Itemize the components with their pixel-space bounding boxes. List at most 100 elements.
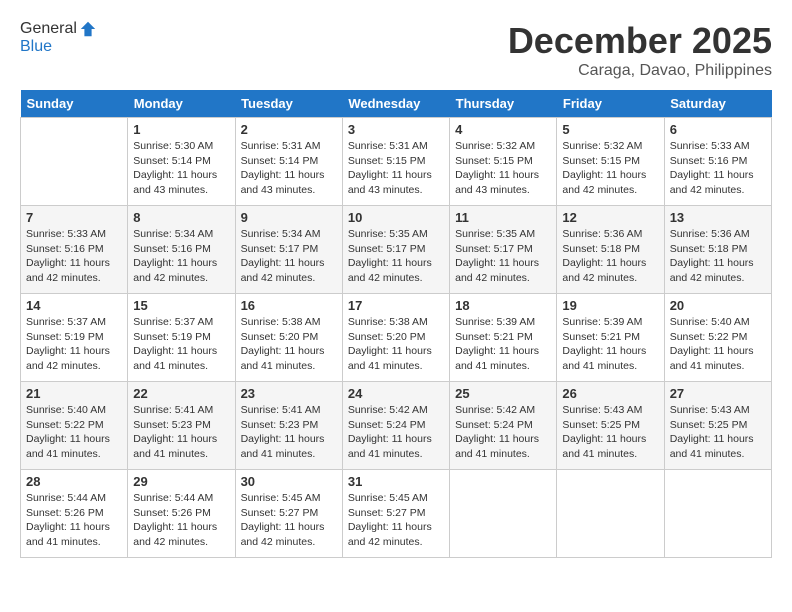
day-cell: 30 Sunrise: 5:45 AM Sunset: 5:27 PM Dayli…: [235, 470, 342, 558]
day-cell: 22 Sunrise: 5:41 AM Sunset: 5:23 PM Dayli…: [128, 382, 235, 470]
logo-icon: [79, 20, 97, 38]
day-info: Sunrise: 5:33 AM Sunset: 5:16 PM Dayligh…: [670, 139, 766, 198]
day-cell: 25 Sunrise: 5:42 AM Sunset: 5:24 PM Dayli…: [450, 382, 557, 470]
column-header-monday: Monday: [128, 90, 235, 118]
day-cell: 10 Sunrise: 5:35 AM Sunset: 5:17 PM Dayli…: [342, 206, 449, 294]
day-number: 19: [562, 298, 658, 313]
day-cell: 17 Sunrise: 5:38 AM Sunset: 5:20 PM Dayli…: [342, 294, 449, 382]
day-number: 6: [670, 122, 766, 137]
day-number: 26: [562, 386, 658, 401]
week-row-5: 28 Sunrise: 5:44 AM Sunset: 5:26 PM Dayli…: [21, 470, 772, 558]
day-info: Sunrise: 5:40 AM Sunset: 5:22 PM Dayligh…: [26, 403, 122, 462]
day-info: Sunrise: 5:42 AM Sunset: 5:24 PM Dayligh…: [348, 403, 444, 462]
day-number: 18: [455, 298, 551, 313]
day-cell: 19Sunrise: 5:39 AM Sunset: 5:21 PM Dayli…: [557, 294, 664, 382]
day-number: 28: [26, 474, 122, 489]
day-cell: [450, 470, 557, 558]
day-info: Sunrise: 5:36 AM Sunset: 5:18 PM Dayligh…: [562, 227, 658, 286]
day-number: 17: [348, 298, 444, 313]
day-info: Sunrise: 5:45 AM Sunset: 5:27 PM Dayligh…: [348, 491, 444, 550]
day-info: Sunrise: 5:38 AM Sunset: 5:20 PM Dayligh…: [241, 315, 337, 374]
day-info: Sunrise: 5:37 AM Sunset: 5:19 PM Dayligh…: [26, 315, 122, 374]
day-number: 1: [133, 122, 229, 137]
week-row-1: 1Sunrise: 5:30 AM Sunset: 5:14 PM Daylig…: [21, 118, 772, 206]
day-info: Sunrise: 5:36 AM Sunset: 5:18 PM Dayligh…: [670, 227, 766, 286]
calendar-header-row: SundayMondayTuesdayWednesdayThursdayFrid…: [21, 90, 772, 118]
day-info: Sunrise: 5:35 AM Sunset: 5:17 PM Dayligh…: [348, 227, 444, 286]
column-header-friday: Friday: [557, 90, 664, 118]
calendar-table: SundayMondayTuesdayWednesdayThursdayFrid…: [20, 90, 772, 558]
day-cell: 27 Sunrise: 5:43 AM Sunset: 5:25 PM Dayli…: [664, 382, 771, 470]
day-number: 27: [670, 386, 766, 401]
day-info: Sunrise: 5:34 AM Sunset: 5:16 PM Dayligh…: [133, 227, 229, 286]
logo-blue-text: Blue: [20, 38, 97, 56]
day-number: 25: [455, 386, 551, 401]
day-cell: 18 Sunrise: 5:39 AM Sunset: 5:21 PM Dayli…: [450, 294, 557, 382]
logo-general-text: General: [20, 20, 77, 38]
day-info: Sunrise: 5:34 AM Sunset: 5:17 PM Dayligh…: [241, 227, 337, 286]
day-info: Sunrise: 5:33 AM Sunset: 5:16 PM Dayligh…: [26, 227, 122, 286]
day-info: Sunrise: 5:31 AM Sunset: 5:15 PM Dayligh…: [348, 139, 444, 198]
day-info: Sunrise: 5:42 AM Sunset: 5:24 PM Dayligh…: [455, 403, 551, 462]
day-cell: 29 Sunrise: 5:44 AM Sunset: 5:26 PM Dayli…: [128, 470, 235, 558]
day-info: Sunrise: 5:38 AM Sunset: 5:20 PM Dayligh…: [348, 315, 444, 374]
day-number: 24: [348, 386, 444, 401]
day-cell: 9Sunrise: 5:34 AM Sunset: 5:17 PM Daylig…: [235, 206, 342, 294]
column-header-saturday: Saturday: [664, 90, 771, 118]
location-title: Caraga, Davao, Philippines: [508, 62, 772, 80]
day-info: Sunrise: 5:43 AM Sunset: 5:25 PM Dayligh…: [670, 403, 766, 462]
day-info: Sunrise: 5:32 AM Sunset: 5:15 PM Dayligh…: [562, 139, 658, 198]
day-cell: 7Sunrise: 5:33 AM Sunset: 5:16 PM Daylig…: [21, 206, 128, 294]
day-number: 10: [348, 210, 444, 225]
day-cell: 31Sunrise: 5:45 AM Sunset: 5:27 PM Dayli…: [342, 470, 449, 558]
column-header-wednesday: Wednesday: [342, 90, 449, 118]
day-cell: [21, 118, 128, 206]
day-cell: 15 Sunrise: 5:37 AM Sunset: 5:19 PM Dayli…: [128, 294, 235, 382]
day-cell: 8 Sunrise: 5:34 AM Sunset: 5:16 PM Daylig…: [128, 206, 235, 294]
day-info: Sunrise: 5:39 AM Sunset: 5:21 PM Dayligh…: [455, 315, 551, 374]
day-info: Sunrise: 5:31 AM Sunset: 5:14 PM Dayligh…: [241, 139, 337, 198]
day-number: 22: [133, 386, 229, 401]
day-number: 12: [562, 210, 658, 225]
week-row-2: 7Sunrise: 5:33 AM Sunset: 5:16 PM Daylig…: [21, 206, 772, 294]
day-number: 16: [241, 298, 337, 313]
day-number: 2: [241, 122, 337, 137]
day-cell: 2 Sunrise: 5:31 AM Sunset: 5:14 PM Daylig…: [235, 118, 342, 206]
day-info: Sunrise: 5:35 AM Sunset: 5:17 PM Dayligh…: [455, 227, 551, 286]
day-cell: 12 Sunrise: 5:36 AM Sunset: 5:18 PM Dayli…: [557, 206, 664, 294]
day-cell: [557, 470, 664, 558]
day-info: Sunrise: 5:44 AM Sunset: 5:26 PM Dayligh…: [133, 491, 229, 550]
column-header-thursday: Thursday: [450, 90, 557, 118]
day-cell: 3Sunrise: 5:31 AM Sunset: 5:15 PM Daylig…: [342, 118, 449, 206]
day-number: 23: [241, 386, 337, 401]
day-number: 13: [670, 210, 766, 225]
page-header: General Blue December 2025 Caraga, Davao…: [20, 20, 772, 80]
day-info: Sunrise: 5:41 AM Sunset: 5:23 PM Dayligh…: [133, 403, 229, 462]
day-number: 5: [562, 122, 658, 137]
day-number: 30: [241, 474, 337, 489]
day-cell: 6 Sunrise: 5:33 AM Sunset: 5:16 PM Daylig…: [664, 118, 771, 206]
day-info: Sunrise: 5:37 AM Sunset: 5:19 PM Dayligh…: [133, 315, 229, 374]
week-row-3: 14 Sunrise: 5:37 AM Sunset: 5:19 PM Dayli…: [21, 294, 772, 382]
day-info: Sunrise: 5:41 AM Sunset: 5:23 PM Dayligh…: [241, 403, 337, 462]
day-cell: 11 Sunrise: 5:35 AM Sunset: 5:17 PM Dayli…: [450, 206, 557, 294]
day-number: 14: [26, 298, 122, 313]
column-header-tuesday: Tuesday: [235, 90, 342, 118]
logo: General Blue: [20, 20, 97, 56]
day-number: 15: [133, 298, 229, 313]
day-number: 20: [670, 298, 766, 313]
day-info: Sunrise: 5:45 AM Sunset: 5:27 PM Dayligh…: [241, 491, 337, 550]
day-cell: [664, 470, 771, 558]
day-number: 8: [133, 210, 229, 225]
day-cell: 23 Sunrise: 5:41 AM Sunset: 5:23 PM Dayli…: [235, 382, 342, 470]
day-number: 11: [455, 210, 551, 225]
day-cell: 28Sunrise: 5:44 AM Sunset: 5:26 PM Dayli…: [21, 470, 128, 558]
day-cell: 20 Sunrise: 5:40 AM Sunset: 5:22 PM Dayli…: [664, 294, 771, 382]
day-number: 21: [26, 386, 122, 401]
day-number: 29: [133, 474, 229, 489]
column-header-sunday: Sunday: [21, 90, 128, 118]
day-cell: 1Sunrise: 5:30 AM Sunset: 5:14 PM Daylig…: [128, 118, 235, 206]
day-info: Sunrise: 5:40 AM Sunset: 5:22 PM Dayligh…: [670, 315, 766, 374]
day-cell: 24 Sunrise: 5:42 AM Sunset: 5:24 PM Dayli…: [342, 382, 449, 470]
day-cell: 13 Sunrise: 5:36 AM Sunset: 5:18 PM Dayli…: [664, 206, 771, 294]
